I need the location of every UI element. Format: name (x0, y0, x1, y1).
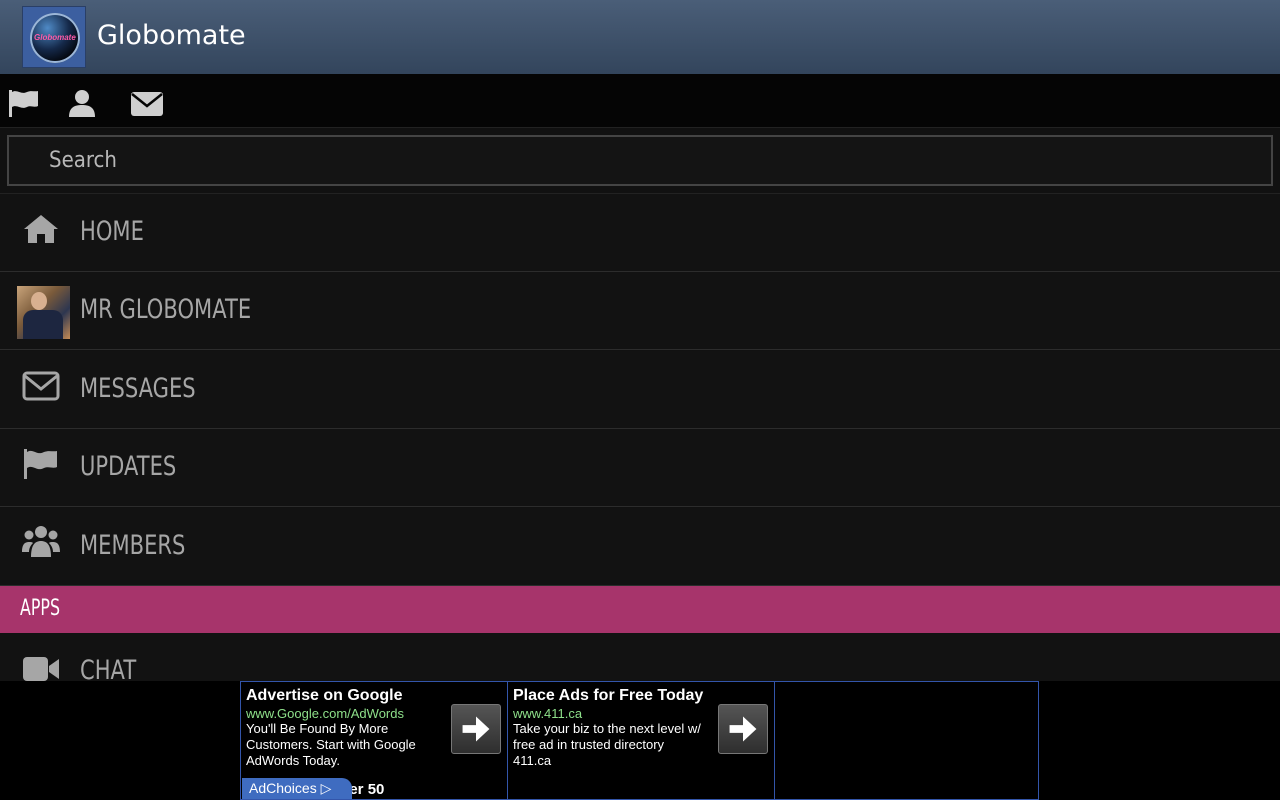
adchoices-button[interactable]: AdChoices ▷ (242, 778, 352, 799)
logo-text: Globomate (34, 33, 76, 42)
app-header: Globomate Globomate (0, 0, 1280, 74)
menu-label-updates: UPDATES (80, 451, 177, 482)
flag-icon[interactable] (7, 88, 41, 118)
adchoices-label: AdChoices (249, 780, 317, 796)
menu-label-home: HOME (80, 216, 144, 247)
ad-url[interactable]: www.Google.com/AdWords (246, 706, 404, 721)
menu-item-profile[interactable]: MR GLOBOMATE (0, 272, 1280, 350)
search-box (7, 135, 1273, 186)
avatar (17, 286, 70, 339)
ad-title[interactable]: Place Ads for Free Today (513, 687, 703, 705)
ad-description: Take your biz to the next level w/ free … (513, 721, 701, 768)
menu-item-messages[interactable]: MESSAGES (0, 351, 1280, 429)
search-bar (0, 128, 1280, 194)
ad-arrow-icon[interactable] (718, 704, 768, 754)
apps-section-header: APPS (0, 586, 1280, 633)
menu-item-updates[interactable]: UPDATES (0, 429, 1280, 507)
flag-icon (24, 449, 57, 479)
app-logo[interactable]: Globomate (22, 6, 86, 68)
menu-label-chat: CHAT (80, 655, 137, 681)
ad-url[interactable]: www.411.ca (513, 706, 582, 721)
app-title: Globomate (97, 20, 246, 51)
search-input[interactable] (9, 137, 1271, 184)
ad-title[interactable]: Advertise on Google (246, 687, 402, 705)
menu-label-members: MEMBERS (80, 530, 186, 561)
menu-item-chat[interactable]: CHAT (0, 633, 1280, 681)
menu-label-profile: MR GLOBOMATE (80, 294, 252, 325)
ad-description: You'll Be Found By More Customers. Start… (246, 721, 416, 768)
menu-label-messages: MESSAGES (80, 373, 196, 404)
envelope-icon[interactable] (130, 88, 164, 118)
user-icon[interactable] (66, 88, 100, 118)
ad-frame: Advertise on Google www.Google.com/AdWor… (240, 681, 1039, 800)
users-icon (22, 526, 60, 557)
video-camera-icon (23, 657, 59, 681)
home-icon (24, 215, 58, 243)
adchoices-play-icon: ▷ (320, 780, 332, 796)
apps-section-label: APPS (20, 596, 61, 621)
envelope-outline-icon (22, 371, 60, 401)
menu-item-home[interactable]: HOME (0, 194, 1280, 272)
ad-unit[interactable]: Place Ads for Free Today www.411.ca Take… (508, 682, 774, 799)
toolbar (0, 74, 1280, 128)
menu-item-members[interactable]: MEMBERS (0, 508, 1280, 586)
ad-arrow-icon[interactable] (451, 704, 501, 754)
ad-banner: Advertise on Google www.Google.com/AdWor… (0, 681, 1280, 800)
